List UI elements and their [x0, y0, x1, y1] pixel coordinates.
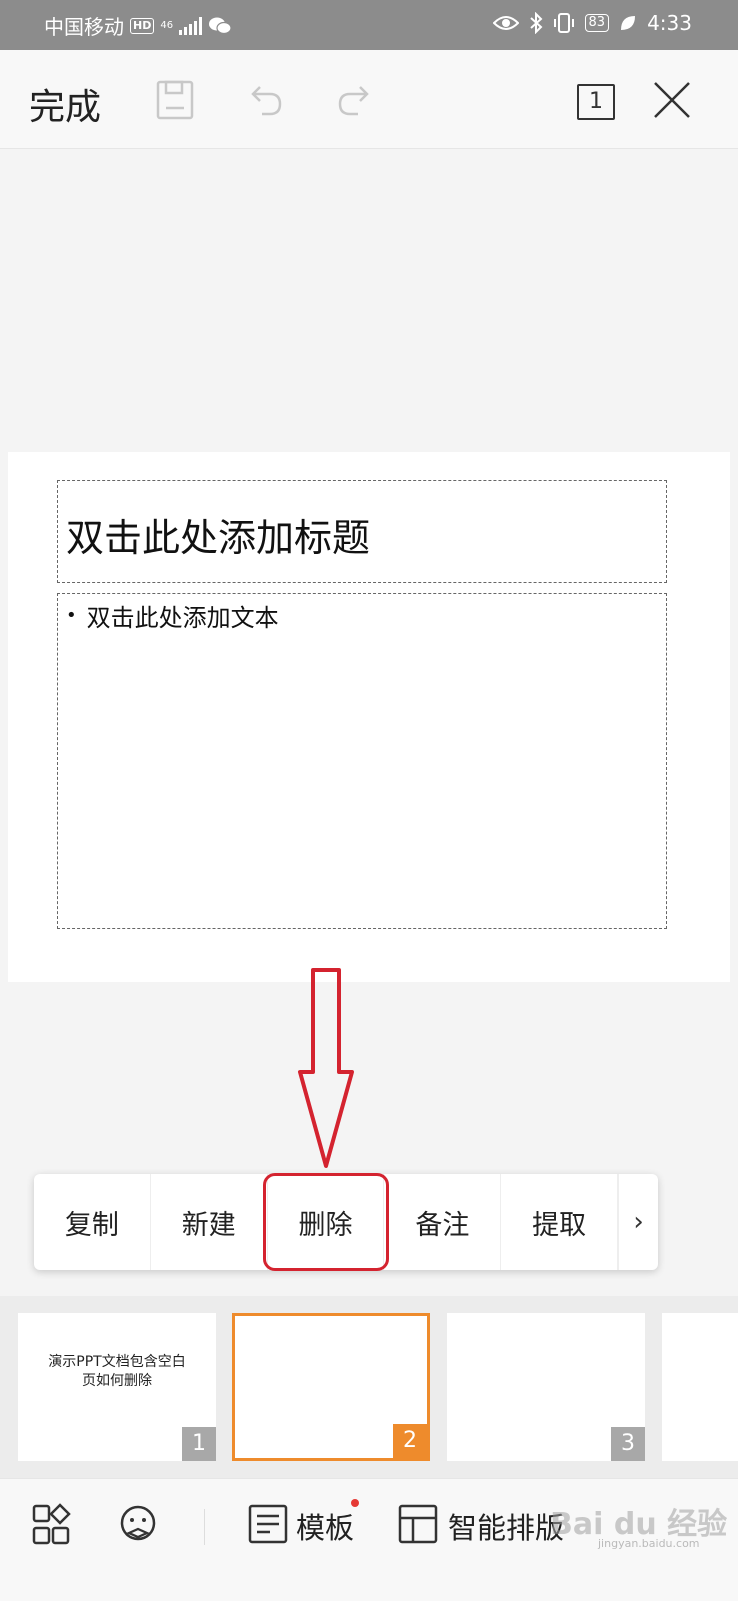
smart-layout-button[interactable]: 智能排版 [448, 1505, 564, 1547]
leaf-icon [621, 16, 636, 30]
delete-highlight-annotation [263, 1173, 389, 1271]
title-placeholder-text: 双击此处添加标题 [66, 516, 371, 560]
undo-icon[interactable] [244, 78, 288, 122]
smart-layout-icon[interactable] [398, 1503, 438, 1547]
bottom-toolbar: 模板 智能排版 Bai du 经验 jingyan.baidu.com [0, 1478, 738, 1601]
new-menu-item[interactable]: 新建 [151, 1174, 268, 1270]
signal-icon [179, 16, 203, 35]
title-placeholder[interactable]: 双击此处添加标题 [57, 480, 667, 583]
save-icon[interactable] [153, 78, 197, 122]
body-placeholder-text: 双击此处添加文本 [86, 604, 279, 632]
extract-menu-item[interactable]: 提取 [501, 1174, 619, 1270]
baidu-watermark-url: jingyan.baidu.com [598, 1537, 700, 1550]
body-placeholder[interactable]: • 双击此处添加文本 [57, 593, 667, 929]
hd-badge: HD [130, 17, 155, 34]
clock: 4:33 [647, 11, 692, 35]
slide-number: 2 [393, 1424, 427, 1458]
template-icon[interactable] [248, 1503, 288, 1547]
thumbnail-text-line: 页如何删除 [82, 1373, 152, 1389]
bullet: • [66, 605, 77, 626]
slide-thumbnail-2[interactable]: 2 [232, 1313, 430, 1461]
status-right: 83 4:33 [492, 11, 692, 35]
slide-canvas[interactable]: 双击此处添加标题 • 双击此处添加文本 [8, 452, 730, 982]
page-count-button[interactable]: 1 [577, 84, 615, 120]
emoji-face-icon[interactable] [118, 1503, 158, 1547]
bluetooth-icon [529, 12, 542, 34]
slide-thumbnail-4[interactable] [662, 1313, 738, 1461]
annotation-arrow [298, 968, 354, 1168]
slide-thumbnail-strip[interactable]: 演示PPT文档包含空白 页如何删除 1 2 3 [0, 1296, 738, 1478]
slide-thumbnail-1[interactable]: 演示PPT文档包含空白 页如何删除 1 [18, 1313, 216, 1461]
template-button[interactable]: 模板 [296, 1505, 354, 1547]
battery-indicator: 83 [584, 14, 610, 32]
vibrate-icon [553, 13, 574, 33]
toolbar-divider [204, 1509, 205, 1545]
apps-grid-icon[interactable] [32, 1503, 72, 1547]
body-line: • 双击此处添加文本 [66, 598, 279, 633]
redo-icon[interactable] [332, 78, 376, 122]
close-icon[interactable] [650, 78, 694, 122]
top-toolbar: 完成 1 [0, 50, 738, 149]
copy-menu-item[interactable]: 复制 [34, 1174, 151, 1270]
status-left: 中国移动 HD 46 [44, 11, 232, 40]
carrier-name: 中国移动 [44, 15, 124, 39]
slide-thumbnail-3[interactable]: 3 [447, 1313, 645, 1461]
eye-icon [492, 16, 519, 30]
slide-number: 3 [611, 1427, 645, 1461]
more-chevron-icon[interactable]: › [618, 1174, 658, 1270]
network-type: 46 [160, 19, 174, 31]
status-bar: 中国移动 HD 46 83 4:33 [0, 0, 738, 50]
wechat-icon [209, 17, 232, 34]
done-button[interactable]: 完成 [29, 78, 101, 130]
notes-menu-item[interactable]: 备注 [384, 1174, 502, 1270]
thumbnail-text-line: 演示PPT文档包含空白 [48, 1354, 186, 1370]
thumbnail-text: 演示PPT文档包含空白 页如何删除 [28, 1353, 206, 1391]
slide-number: 1 [182, 1427, 216, 1461]
notification-dot [351, 1499, 359, 1507]
